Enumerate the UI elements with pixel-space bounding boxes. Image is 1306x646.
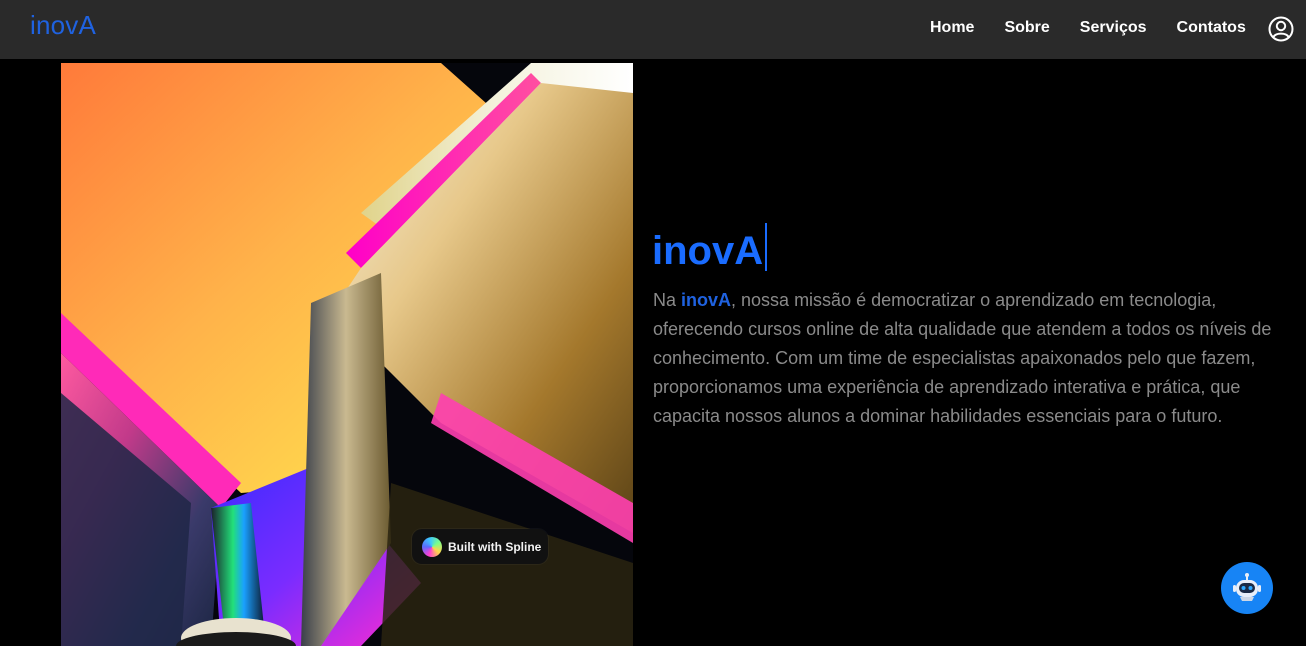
robot-icon	[1233, 573, 1261, 601]
brand-logo[interactable]: inovA	[30, 10, 96, 41]
hero-description-prefix: Na	[653, 290, 682, 310]
nav-link-contatos[interactable]: Contatos	[1177, 19, 1246, 37]
hero-description-body: , nossa missão é democratizar o aprendiz…	[653, 290, 1272, 426]
nav-link-sobre[interactable]: Sobre	[1004, 19, 1049, 37]
nav-link-servicos[interactable]: Serviços	[1080, 19, 1147, 37]
hero-description-brand: inovA	[681, 290, 732, 310]
navbar: inovA Home Sobre Serviços Contatos	[0, 0, 1306, 59]
spline-badge-label: Built with Spline	[448, 539, 542, 554]
chatbot-button[interactable]	[1221, 562, 1273, 614]
typing-cursor	[765, 222, 768, 271]
nav-link-home[interactable]: Home	[930, 19, 974, 37]
hero-3d-render[interactable]: Built with Spline	[61, 63, 633, 646]
built-with-spline-badge[interactable]: Built with Spline	[412, 529, 548, 564]
hero-description: Na inovA, nossa missão é democratizar o …	[653, 286, 1273, 431]
hero-title: inovA	[652, 222, 768, 275]
spline-logo-icon	[422, 536, 442, 557]
hero-title-text: inovA	[652, 228, 764, 273]
user-circle-icon[interactable]	[1268, 16, 1294, 42]
nav-menu: Home Sobre Serviços Contatos	[930, 19, 1276, 37]
